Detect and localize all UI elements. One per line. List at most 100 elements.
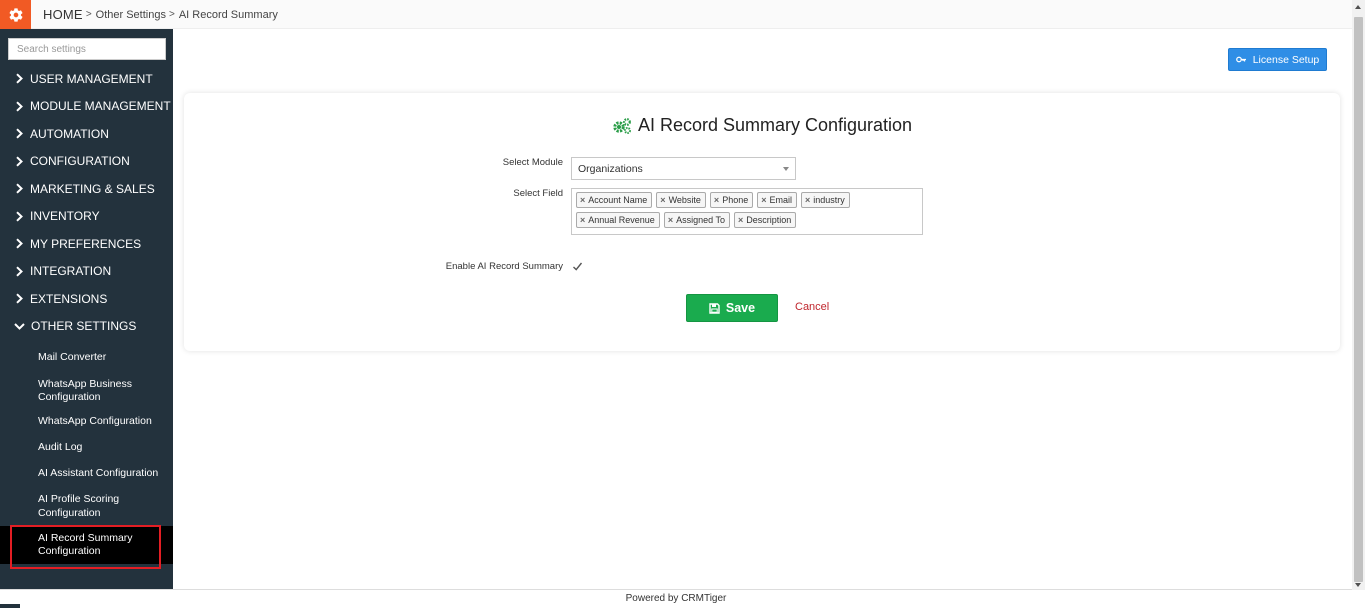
sidebar-item-other-settings[interactable]: OTHER SETTINGS xyxy=(0,313,173,341)
sidebar-submenu-other-settings: Mail Converter WhatsApp Business Configu… xyxy=(0,343,173,564)
scroll-thumb[interactable] xyxy=(1354,17,1363,582)
breadcrumb-separator: > xyxy=(168,9,175,20)
field-tag-label: industry xyxy=(813,195,845,205)
field-tag: × Email xyxy=(757,192,797,208)
sidebar-subitem-label: Mail Converter xyxy=(38,351,107,364)
sidebar-subitem-ai-record-summary-configuration[interactable]: AI Record Summary Configuration xyxy=(0,526,173,564)
chevron-right-icon xyxy=(16,293,23,304)
sidebar-item-inventory[interactable]: INVENTORY xyxy=(0,203,173,231)
sidebar-item-label: USER MANAGEMENT xyxy=(30,71,153,86)
field-tag-label: Annual Revenue xyxy=(588,215,655,225)
field-tag: × Assigned To xyxy=(663,212,730,228)
sidebar-subitem-label: WhatsApp Business Configuration xyxy=(38,377,132,404)
chevron-right-icon xyxy=(16,211,23,222)
save-button[interactable]: Save xyxy=(686,294,778,322)
sidebar-item-label: INVENTORY xyxy=(30,209,100,224)
sidebar-item-configuration[interactable]: CONFIGURATION xyxy=(0,148,173,176)
save-label: Save xyxy=(725,301,756,315)
sidebar-item-label: MY PREFERENCES xyxy=(30,236,142,251)
field-tag: × Annual Revenue xyxy=(576,212,660,228)
page-title-text: AI Record Summary Configuration xyxy=(637,115,913,135)
footer: Powered by CRMTiger xyxy=(0,589,1352,608)
remove-x-icon[interactable]: × xyxy=(805,195,810,205)
sidebar-item-automation[interactable]: AUTOMATION xyxy=(0,120,173,148)
breadcrumb-other-settings[interactable]: Other Settings xyxy=(96,9,166,21)
sidebar: USER MANAGEMENT MODULE MANAGEMENT AUTOMA… xyxy=(0,29,173,589)
field-multiselect[interactable]: × Account Name × Website × Phone × Email × in… xyxy=(571,188,923,235)
settings-gear-button[interactable] xyxy=(0,0,31,29)
scroll-down-arrow-icon[interactable] xyxy=(1355,583,1361,587)
sidebar-subitem-audit-log[interactable]: Audit Log xyxy=(0,435,173,460)
page-title: AI Record Summary Configuration xyxy=(184,115,1340,136)
remove-x-icon[interactable]: × xyxy=(580,195,585,205)
remove-x-icon[interactable]: × xyxy=(668,215,673,225)
sidebar-item-integration[interactable]: INTEGRATION xyxy=(0,258,173,286)
cancel-link[interactable]: Cancel xyxy=(795,301,829,313)
field-tag: × industry xyxy=(801,192,850,208)
sidebar-subitem-mail-converter[interactable]: Mail Converter xyxy=(0,343,173,373)
field-tag: × Description xyxy=(733,212,797,228)
page-scrollbar[interactable] xyxy=(1352,0,1365,590)
remove-x-icon[interactable]: × xyxy=(660,195,665,205)
sidebar-item-module-management[interactable]: MODULE MANAGEMENT xyxy=(0,93,173,121)
sidebar-item-label: INTEGRATION xyxy=(30,264,112,279)
footer-edge xyxy=(0,604,20,608)
field-tag: × Phone xyxy=(709,192,754,208)
top-bar: HOME > Other Settings > AI Record Summar… xyxy=(0,0,1352,29)
gears-icon xyxy=(613,117,631,134)
field-tag-label: Website xyxy=(668,195,701,205)
sidebar-item-marketing-sales[interactable]: MARKETING & SALES xyxy=(0,175,173,203)
scroll-up-arrow-icon[interactable] xyxy=(1355,5,1361,9)
select-module-label: Select Module xyxy=(502,157,563,168)
remove-x-icon[interactable]: × xyxy=(738,215,743,225)
select-field-label: Select Field xyxy=(513,188,563,199)
chevron-right-icon xyxy=(16,238,23,249)
chevron-right-icon xyxy=(16,156,23,167)
sidebar-subitem-whatsapp-configuration[interactable]: WhatsApp Configuration xyxy=(0,409,173,435)
field-tag-label: Phone xyxy=(722,195,749,205)
sidebar-item-my-preferences[interactable]: MY PREFERENCES xyxy=(0,230,173,258)
sidebar-subitem-label: Audit Log xyxy=(38,440,83,453)
field-tag-label: Account Name xyxy=(588,195,648,205)
sidebar-subitem-ai-profile-scoring-configuration[interactable]: AI Profile Scoring Configuration xyxy=(0,487,173,526)
floppy-icon xyxy=(709,302,720,314)
sidebar-item-label: EXTENSIONS xyxy=(30,291,108,306)
chevron-right-icon xyxy=(16,266,23,277)
remove-x-icon[interactable]: × xyxy=(714,195,719,205)
footer-text: Powered by CRMTiger xyxy=(625,593,727,604)
chevron-down-icon xyxy=(14,323,25,330)
sidebar-item-label: OTHER SETTINGS xyxy=(31,319,137,334)
breadcrumb-home[interactable]: HOME xyxy=(43,7,83,22)
gear-icon xyxy=(9,7,22,22)
license-setup-button[interactable]: License Setup xyxy=(1228,48,1327,71)
field-tag-label: Description xyxy=(746,215,792,225)
sidebar-subitem-label: AI Assistant Configuration xyxy=(38,466,159,479)
enable-summary-checkbox[interactable] xyxy=(572,261,583,272)
key-icon xyxy=(1235,56,1246,63)
field-tag: × Website xyxy=(656,192,706,208)
module-select-value: Organizations xyxy=(578,163,643,175)
breadcrumb-current: AI Record Summary xyxy=(178,8,278,21)
sidebar-menu: USER MANAGEMENT MODULE MANAGEMENT AUTOMA… xyxy=(0,65,173,340)
sidebar-item-user-management[interactable]: USER MANAGEMENT xyxy=(0,65,173,93)
sidebar-item-label: CONFIGURATION xyxy=(30,154,130,169)
config-card: AI Record Summary Configuration Select M… xyxy=(184,93,1340,351)
remove-x-icon[interactable]: × xyxy=(580,215,585,225)
breadcrumb: HOME > Other Settings > AI Record Summar… xyxy=(43,0,278,29)
chevron-right-icon xyxy=(16,128,23,139)
module-select[interactable]: Organizations xyxy=(571,157,796,180)
sidebar-item-label: AUTOMATION xyxy=(30,126,109,141)
breadcrumb-separator: > xyxy=(85,9,92,20)
remove-x-icon[interactable]: × xyxy=(761,195,766,205)
enable-summary-label: Enable AI Record Summary xyxy=(445,261,563,272)
search-settings-input[interactable] xyxy=(8,38,166,60)
field-tag-label: Email xyxy=(769,195,792,205)
checkmark-icon xyxy=(573,262,583,271)
sidebar-subitem-ai-assistant-configuration[interactable]: AI Assistant Configuration xyxy=(0,460,173,487)
sidebar-subitem-whatsapp-business-configuration[interactable]: WhatsApp Business Configuration xyxy=(0,373,173,409)
chevron-right-icon xyxy=(16,73,23,84)
license-setup-label: License Setup xyxy=(1252,53,1320,66)
sidebar-item-label: MODULE MANAGEMENT xyxy=(30,99,171,114)
sidebar-item-extensions[interactable]: EXTENSIONS xyxy=(0,285,173,313)
chevron-right-icon xyxy=(16,101,23,112)
